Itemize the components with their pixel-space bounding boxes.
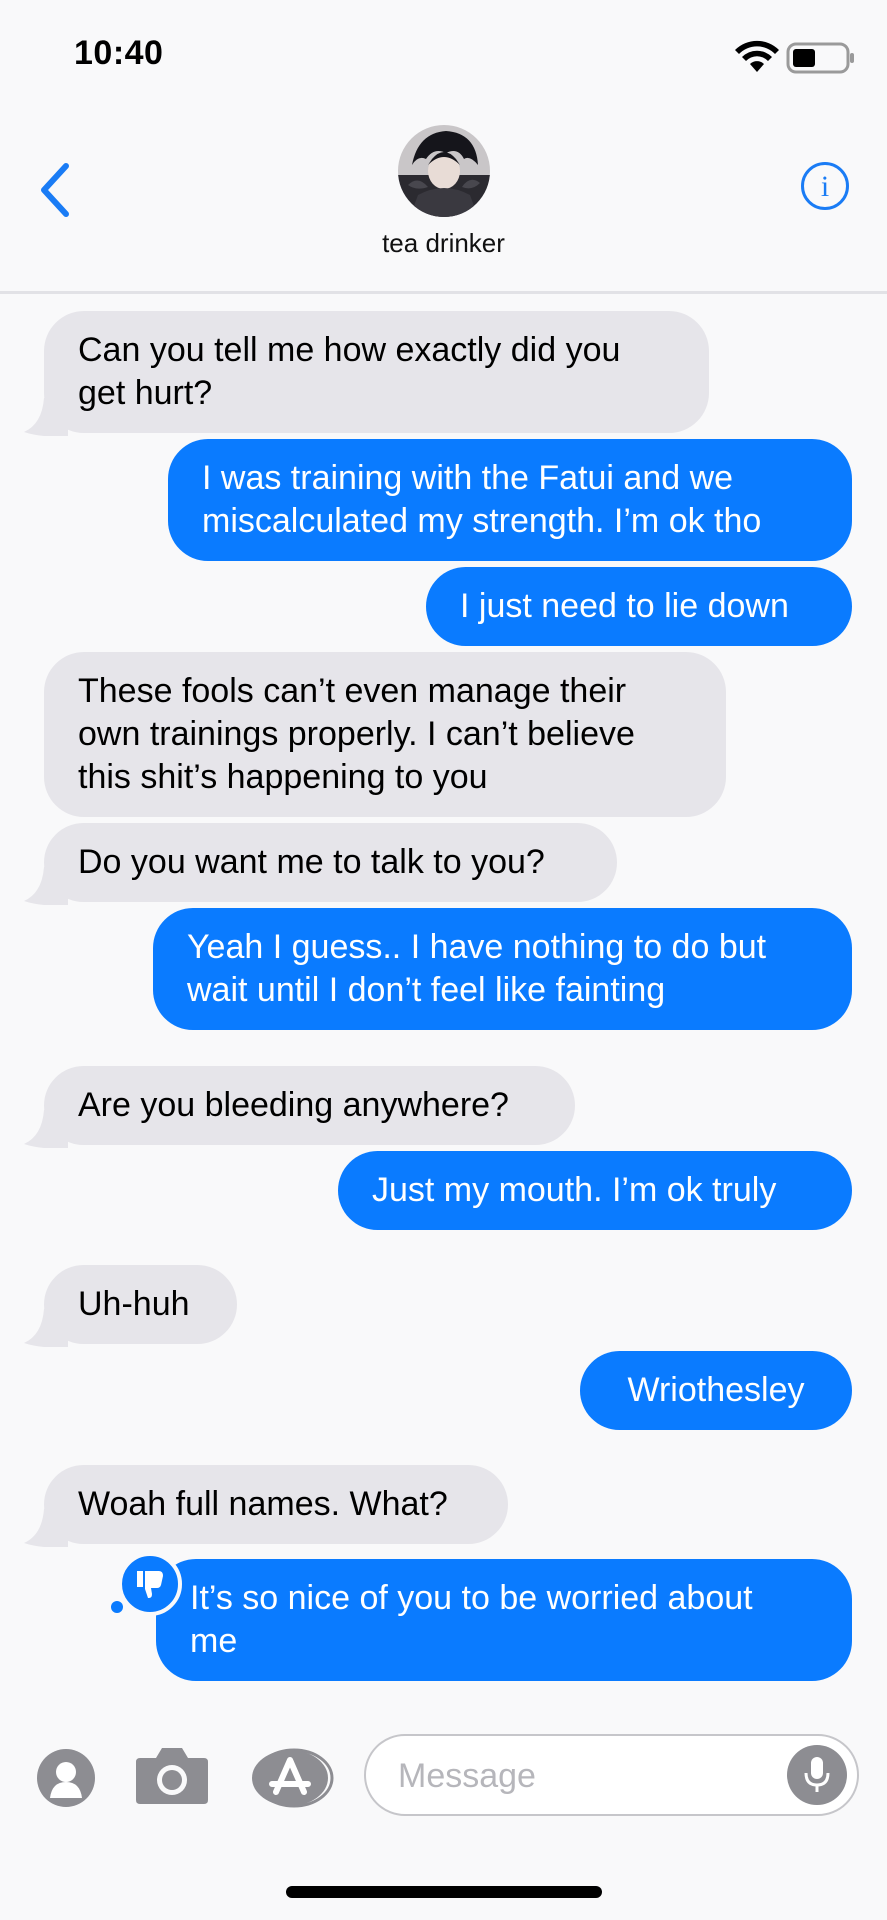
message-bubble-incoming[interactable]: Do you want me to talk to you? [24, 823, 617, 905]
microphone-icon [804, 1757, 830, 1792]
camera-icon[interactable] [134, 1744, 210, 1806]
wifi-icon [735, 40, 779, 72]
message-text: Are you bleeding anywhere? [78, 1086, 509, 1124]
contact-name[interactable]: tea drinker [0, 228, 887, 259]
message-text: Can you tell me how exactly did you get … [78, 331, 621, 412]
message-bubble-incoming[interactable]: Woah full names. What? [24, 1465, 508, 1547]
message-input-field[interactable] [364, 1734, 859, 1816]
message-text: Uh-huh [78, 1285, 190, 1323]
contact-card-icon[interactable] [36, 1748, 96, 1808]
message-bubble-outgoing[interactable]: Just my mouth. I’m ok truly [338, 1151, 852, 1230]
message-bubble-outgoing[interactable]: Yeah I guess.. I have nothing to do but … [153, 908, 852, 1030]
back-chevron-icon[interactable] [36, 160, 76, 220]
message-text: Just my mouth. I’m ok truly [372, 1171, 777, 1209]
message-text: Wriothesley [627, 1371, 805, 1409]
app-store-icon[interactable] [252, 1748, 334, 1808]
info-icon[interactable]: i [800, 161, 850, 211]
thumbs-down-icon [137, 1571, 163, 1598]
bubble-tail [24, 398, 68, 436]
message-bubble-incoming[interactable]: Can you tell me how exactly did you get … [24, 311, 709, 436]
microphone-button[interactable] [787, 1745, 847, 1805]
message-bubble-incoming[interactable]: These fools can’t even manage their own … [44, 652, 726, 817]
message-text: I just need to lie down [460, 587, 789, 625]
message-text: Do you want me to talk to you? [78, 843, 545, 881]
message-bubble-incoming[interactable]: Are you bleeding anywhere? [24, 1066, 575, 1148]
bubble-tail [24, 1509, 68, 1547]
message-bubble-outgoing[interactable]: I just need to lie down [426, 567, 852, 646]
message-bubble-outgoing[interactable]: Wriothesley [580, 1351, 852, 1430]
reaction-badge[interactable] [118, 1552, 182, 1616]
bubble-tail [24, 867, 68, 905]
svg-text:i: i [821, 170, 829, 203]
message-bubble-outgoing[interactable]: It’s so nice of you to be worried about … [156, 1559, 852, 1681]
reaction-tail [111, 1601, 123, 1613]
battery-icon [786, 42, 854, 74]
message-bubble-incoming[interactable]: Uh-huh [24, 1265, 237, 1347]
message-text: It’s so nice of you to be worried about … [190, 1579, 753, 1660]
message-text: I was training with the Fatui and we mis… [202, 459, 762, 540]
contact-avatar[interactable] [398, 125, 490, 217]
message-input[interactable] [398, 1752, 788, 1800]
bubble-tail [24, 1110, 68, 1148]
status-bar: 10:40 [0, 0, 887, 110]
message-text: Woah full names. What? [78, 1485, 448, 1523]
status-time: 10:40 [74, 34, 164, 72]
conversation-header: tea drinker i [0, 110, 887, 294]
message-text: Yeah I guess.. I have nothing to do but … [187, 928, 767, 1009]
home-indicator[interactable] [286, 1886, 602, 1898]
message-text: These fools can’t even manage their own … [78, 672, 635, 796]
message-bubble-outgoing[interactable]: I was training with the Fatui and we mis… [168, 439, 852, 561]
bubble-tail [24, 1309, 68, 1347]
